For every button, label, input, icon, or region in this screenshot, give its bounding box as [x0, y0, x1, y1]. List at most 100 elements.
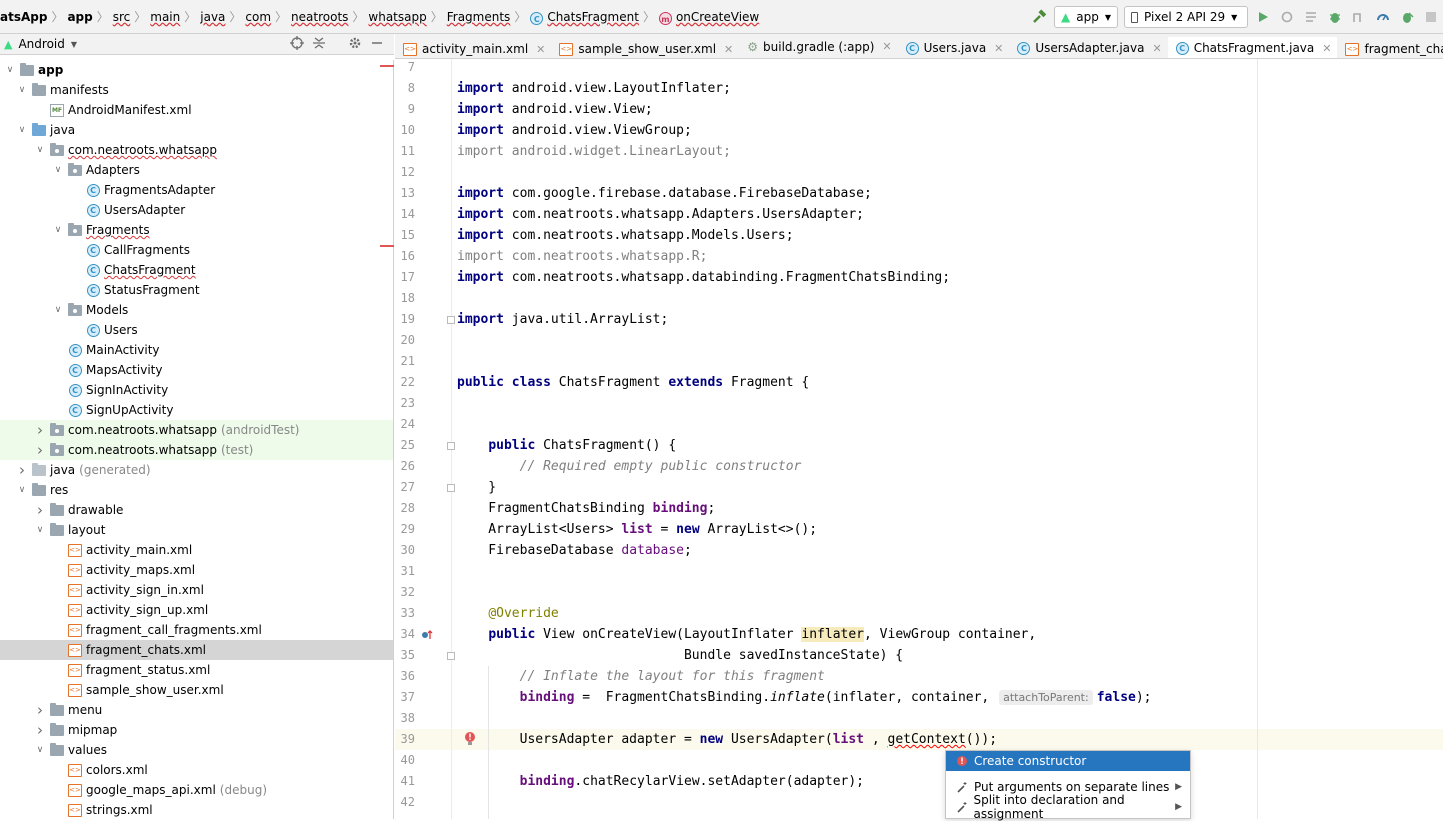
fold-marker-icon[interactable] [447, 442, 455, 450]
breadcrumb-item[interactable]: C ChatsFragment [530, 10, 639, 25]
editor-tab[interactable]: <>fragment_chats.xml✕ [1337, 37, 1443, 59]
breadcrumb-item[interactable]: src [113, 10, 131, 24]
chevron-right-icon[interactable]: › [34, 700, 46, 720]
tree-node[interactable]: C StatusFragment [0, 280, 393, 300]
breadcrumb-item[interactable]: m onCreateView [658, 10, 759, 25]
chevron-down-icon[interactable]: ∨ [34, 140, 46, 160]
tree-node[interactable]: ∨ manifests [0, 80, 393, 100]
chevron-down-icon[interactable]: ∨ [34, 520, 46, 540]
close-tab-icon[interactable]: ✕ [536, 43, 545, 56]
tree-node[interactable]: <> fragment_call_fragments.xml [0, 620, 393, 640]
make-project-hammer-icon[interactable] [1028, 6, 1050, 28]
editor-tab[interactable]: C UsersAdapter.java ✕ [1009, 36, 1167, 59]
run-icon[interactable] [1252, 6, 1274, 28]
chevron-down-icon[interactable]: ∨ [4, 60, 16, 80]
chevron-down-icon[interactable]: ∨ [34, 740, 46, 760]
close-tab-icon[interactable]: ✕ [1152, 42, 1161, 55]
intention-action-item[interactable]: Create constructor [946, 751, 1190, 771]
tree-node[interactable]: <> colors.xml [0, 760, 393, 780]
tree-node[interactable]: › com.neatroots.whatsapp (androidTest) [0, 420, 393, 440]
tree-node[interactable]: ∨ res [0, 480, 393, 500]
tree-node[interactable]: C SignUpActivity [0, 400, 393, 420]
tree-node[interactable]: C Users [0, 320, 393, 340]
fold-marker-icon[interactable] [447, 652, 455, 660]
chevron-right-icon[interactable]: › [34, 440, 46, 460]
breadcrumb-item[interactable]: java [200, 10, 225, 24]
chevron-right-icon[interactable]: › [34, 720, 46, 740]
chevron-down-icon[interactable]: ∨ [52, 300, 64, 320]
tree-node[interactable]: › drawable [0, 500, 393, 520]
tree-node[interactable]: <> google_maps_api.xml (debug) [0, 780, 393, 800]
tree-node[interactable]: ∨ values [0, 740, 393, 760]
tree-node[interactable]: ∨ Fragments [0, 220, 393, 240]
fold-marker-icon[interactable] [447, 316, 455, 324]
tree-node[interactable]: › menu [0, 700, 393, 720]
apply-changes-restart-icon[interactable] [1276, 6, 1298, 28]
close-tab-icon[interactable]: ✕ [994, 42, 1003, 55]
fold-marker-icon[interactable] [447, 484, 455, 492]
breadcrumb-item[interactable]: main [150, 10, 180, 24]
gear-icon[interactable] [348, 36, 362, 53]
tree-node[interactable]: ∨ Models [0, 300, 393, 320]
chevron-down-icon[interactable]: ∨ [16, 120, 28, 140]
tree-node[interactable]: › com.neatroots.whatsapp (test) [0, 440, 393, 460]
intention-action-item[interactable]: Split into declaration and assignment ▶ [946, 793, 1190, 821]
tree-node[interactable]: C UsersAdapter [0, 200, 393, 220]
profile-icon[interactable] [1348, 6, 1370, 28]
tree-node[interactable]: › java (generated) [0, 460, 393, 480]
breadcrumb-item[interactable]: neatroots [291, 10, 348, 24]
close-tab-icon[interactable]: ✕ [1322, 42, 1331, 55]
tree-node[interactable]: <> activity_maps.xml [0, 560, 393, 580]
chevron-down-icon[interactable]: ∨ [16, 480, 28, 500]
chevron-down-icon[interactable]: ∨ [52, 220, 64, 240]
chevron-down-icon[interactable]: ∨ [52, 160, 64, 180]
chevron-right-icon[interactable]: › [34, 500, 46, 520]
tree-node[interactable]: C ChatsFragment [0, 260, 393, 280]
chevron-right-icon[interactable]: › [34, 420, 46, 440]
code-editor[interactable]: 7 8 import android.view.LayoutInflater; 9 im… [395, 59, 1443, 819]
apply-changes-icon[interactable] [1396, 6, 1418, 28]
run-config-dropdown[interactable]: ▲ app ▼ [1054, 6, 1118, 28]
tree-node[interactable]: <> activity_sign_up.xml [0, 600, 393, 620]
tree-node[interactable]: <> activity_main.xml [0, 540, 393, 560]
editor-tab[interactable]: C ChatsFragment.java ✕ [1167, 37, 1338, 58]
tree-node[interactable]: C MainActivity [0, 340, 393, 360]
apply-code-changes-icon[interactable] [1300, 6, 1322, 28]
device-dropdown[interactable]: Pixel 2 API 29 ▼ [1124, 6, 1248, 28]
editor-tab[interactable]: <> sample_show_user.xml ✕ [551, 37, 739, 59]
tree-node[interactable]: <> fragment_chats.xml [0, 640, 393, 660]
tree-node[interactable]: <> fragment_status.xml [0, 660, 393, 680]
tree-node[interactable]: <> strings.xml [0, 800, 393, 819]
stop-icon[interactable] [1420, 6, 1442, 28]
chevron-down-icon[interactable]: ∨ [16, 80, 28, 100]
close-tab-icon[interactable]: ✕ [724, 43, 733, 56]
tree-node[interactable]: › mipmap [0, 720, 393, 740]
tree-node[interactable]: ∨ Adapters [0, 160, 393, 180]
breadcrumb-item[interactable]: com [245, 10, 271, 24]
tree-node[interactable]: ∨ com.neatroots.whatsapp [0, 140, 393, 160]
breadcrumb-item[interactable]: whatsapp [368, 10, 426, 24]
editor-tab[interactable]: <> activity_main.xml ✕ [395, 37, 551, 59]
tree-node[interactable]: <> activity_sign_in.xml [0, 580, 393, 600]
tree-node[interactable]: C MapsActivity [0, 360, 393, 380]
editor-tab[interactable]: ⚙ build.gradle (:app) ✕ [739, 34, 897, 58]
tree-node[interactable]: <> sample_show_user.xml [0, 680, 393, 700]
locate-file-icon[interactable] [290, 36, 304, 53]
override-method-icon[interactable] [421, 629, 433, 641]
tree-node[interactable]: ∨ app [0, 60, 393, 80]
hide-panel-icon[interactable] [370, 36, 384, 53]
project-view-selector[interactable]: Android ▼ [18, 37, 77, 51]
tree-node[interactable]: ∨ java [0, 120, 393, 140]
close-tab-icon[interactable]: ✕ [882, 40, 891, 53]
breadcrumb-item[interactable]: atsApp [0, 10, 47, 24]
tree-node[interactable]: MF AndroidManifest.xml [0, 100, 393, 120]
editor-tab[interactable]: C Users.java ✕ [898, 36, 1010, 59]
chevron-right-icon[interactable]: › [16, 460, 28, 480]
tree-node[interactable]: C CallFragments [0, 240, 393, 260]
collapse-all-icon[interactable] [312, 36, 326, 53]
attach-debugger-icon[interactable] [1372, 6, 1394, 28]
breadcrumb-item[interactable]: Fragments [447, 10, 511, 24]
tree-node[interactable]: C FragmentsAdapter [0, 180, 393, 200]
tree-node[interactable]: C SignInActivity [0, 380, 393, 400]
debug-icon[interactable] [1324, 6, 1346, 28]
